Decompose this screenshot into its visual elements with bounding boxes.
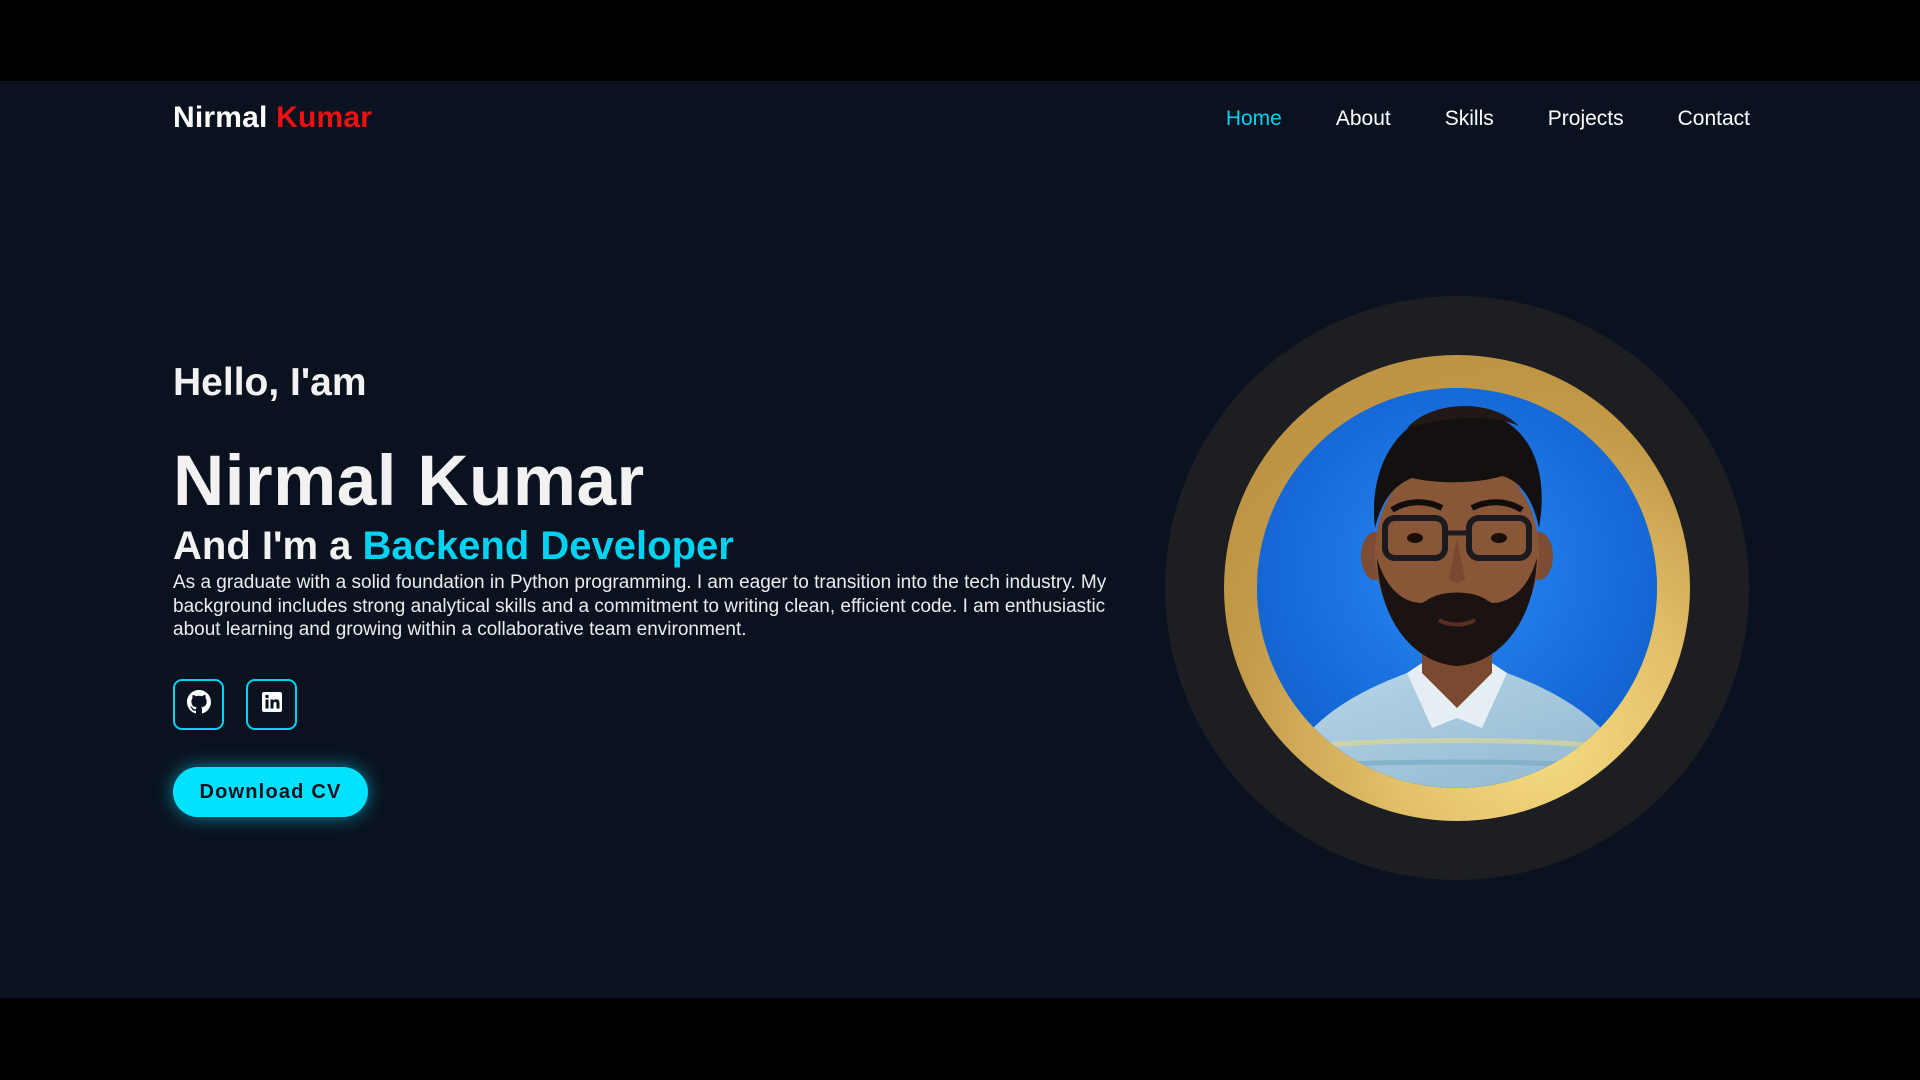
- page-frame: Nirmal Kumar Home About Skills Projects …: [0, 81, 1920, 998]
- hero-role-line: And I'm a Backend Developer: [173, 524, 734, 569]
- role-prefix: And I'm a: [173, 524, 352, 568]
- site-logo[interactable]: Nirmal Kumar: [173, 101, 372, 135]
- main-nav: Home About Skills Projects Contact: [1172, 107, 1750, 131]
- github-button[interactable]: [173, 679, 224, 730]
- hero-greeting: Hello, I'am: [173, 361, 367, 404]
- hero-description: As a graduate with a solid foundation in…: [173, 572, 1107, 640]
- avatar-portrait: [1257, 388, 1657, 788]
- logo-last-name: Kumar: [276, 101, 373, 134]
- nav-contact[interactable]: Contact: [1678, 107, 1750, 131]
- nav-skills[interactable]: Skills: [1445, 107, 1494, 131]
- linkedin-button[interactable]: [246, 679, 297, 730]
- download-cv-button[interactable]: Download CV: [173, 767, 368, 817]
- linkedin-icon: [261, 691, 283, 718]
- hero-name: Nirmal Kumar: [173, 442, 645, 521]
- logo-first-name: Nirmal: [173, 101, 268, 134]
- github-icon: [186, 690, 211, 719]
- nav-about[interactable]: About: [1336, 107, 1391, 131]
- role-title: Backend Developer: [362, 524, 734, 568]
- avatar: [1257, 388, 1657, 788]
- nav-projects[interactable]: Projects: [1548, 107, 1624, 131]
- social-links: [173, 679, 297, 730]
- nav-home[interactable]: Home: [1226, 107, 1282, 131]
